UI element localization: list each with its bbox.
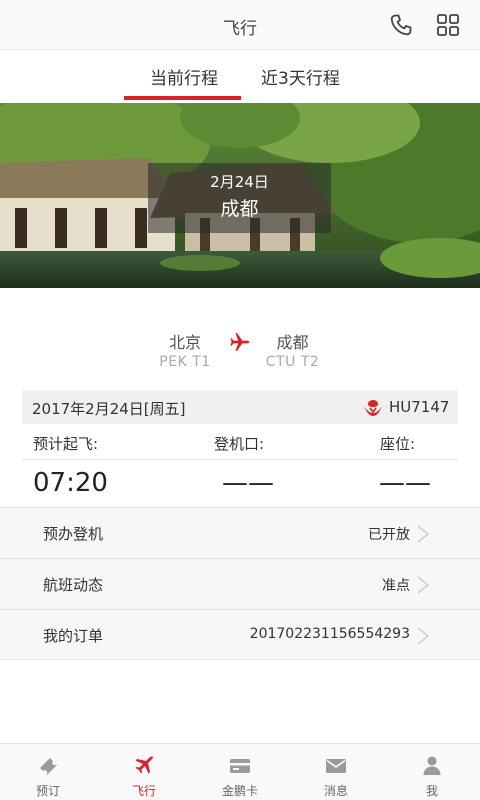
destination-code: CTU T2 <box>265 354 320 370</box>
nav-label: 飞行 <box>131 784 156 798</box>
flight-date-bar: 2017年2月24日[周五] HU7147 <box>22 390 458 424</box>
chevron-right-icon <box>417 525 430 543</box>
trip-tabs: 当前行程 近3天行程 <box>0 50 480 103</box>
flight-status-row[interactable]: 航班动态 准点 <box>0 558 480 609</box>
flight-status-value: 准点 <box>382 578 410 594</box>
order-number: 201702231156554293 <box>249 626 410 642</box>
destination-card: 2月24日 成都 <box>148 163 331 233</box>
checkin-label: 预办登机 <box>43 525 104 543</box>
nav-item-me[interactable]: 我 <box>384 744 480 800</box>
my-order-row[interactable]: 我的订单 201702231156554293 <box>0 609 480 660</box>
flight-date: 2017年2月24日[周五] <box>32 400 186 418</box>
gate-value: —— <box>222 468 274 498</box>
flight-actions-list: 预办登机 已开放 航班动态 准点 我的订单 201702231156554293 <box>0 507 480 660</box>
tab-3day-trip[interactable]: 近3天行程 <box>261 64 340 89</box>
flight-status-label: 航班动态 <box>43 576 104 594</box>
bottom-nav: 预订 飞行 金鹏卡 消息 我 <box>0 743 480 800</box>
flight-route: 北京 PEK T1 成都 CTU T2 <box>0 329 480 370</box>
nav-item-messages[interactable]: 消息 <box>288 744 384 800</box>
nav-label: 消息 <box>323 784 348 798</box>
banner-date: 2月24日 <box>210 173 269 191</box>
chevron-right-icon <box>417 576 430 594</box>
origin: 北京 PEK T1 <box>150 329 220 370</box>
destination: 成都 CTU T2 <box>255 329 330 370</box>
seat-label: 座位: <box>380 435 416 453</box>
checkin-row[interactable]: 预办登机 已开放 <box>0 507 480 558</box>
nav-label: 金鹏卡 <box>221 784 258 798</box>
card-icon <box>230 759 250 773</box>
seat-value: —— <box>379 468 431 498</box>
grid-menu-icon[interactable] <box>436 13 460 37</box>
departure-time: 07:20 <box>33 468 108 498</box>
nav-label: 我 <box>425 784 438 798</box>
origin-code: PEK T1 <box>159 354 211 370</box>
origin-city: 北京 <box>168 333 201 352</box>
chevron-right-icon <box>417 627 430 645</box>
tab-current-trip[interactable]: 当前行程 <box>150 64 218 89</box>
phone-icon[interactable] <box>389 13 413 37</box>
mail-icon <box>326 759 346 773</box>
plane-icon <box>135 756 153 774</box>
destination-banner: 2月24日 成都 <box>0 103 480 288</box>
active-tab-indicator <box>124 96 241 100</box>
flight-info-labels: 预计起飞: 登机口: 座位: <box>22 424 458 460</box>
nav-item-card[interactable]: 金鹏卡 <box>192 744 288 800</box>
gate-label: 登机口: <box>214 435 265 453</box>
flight-info-values: 07:20 —— —— <box>22 462 458 506</box>
ticket-icon <box>40 758 57 775</box>
checkin-status: 已开放 <box>368 527 410 543</box>
top-bar: 飞行 <box>0 0 480 50</box>
banner-city: 成都 <box>220 198 259 220</box>
airline-logo-icon <box>364 400 382 416</box>
destination-city: 成都 <box>276 333 309 352</box>
nav-item-flight[interactable]: 飞行 <box>96 744 192 800</box>
departure-label: 预计起飞: <box>33 435 99 453</box>
nav-label: 预订 <box>35 784 60 798</box>
airplane-icon <box>230 333 250 351</box>
nav-item-booking[interactable]: 预订 <box>0 744 96 800</box>
person-icon <box>423 756 441 775</box>
my-order-label: 我的订单 <box>43 627 104 645</box>
flight-number: HU7147 <box>389 398 450 416</box>
